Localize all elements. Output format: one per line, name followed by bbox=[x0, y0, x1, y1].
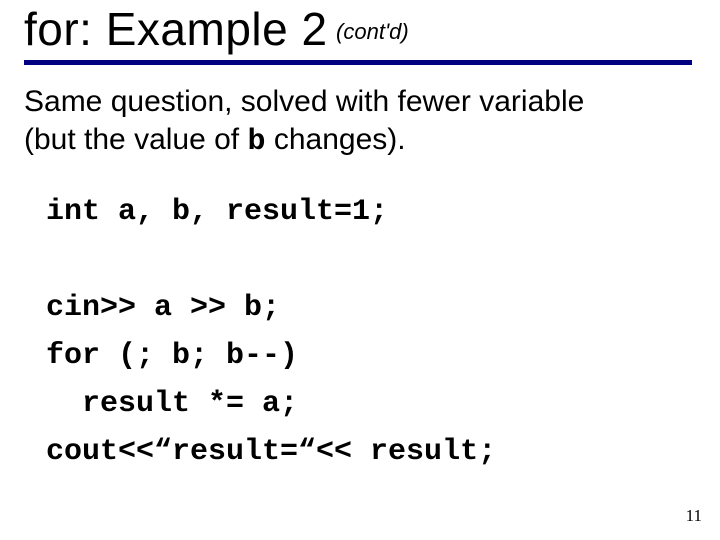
slide-title-suffix: (cont'd) bbox=[336, 19, 409, 44]
inline-code-b: b bbox=[247, 125, 265, 159]
code-line-4: for (; b; b--) bbox=[46, 339, 298, 373]
page-number: 11 bbox=[686, 506, 702, 526]
code-line-1: int a, b, result=1; bbox=[46, 195, 388, 229]
slide-title-row: for: Example 2 (cont'd) bbox=[24, 0, 696, 56]
slide-title: for: Example 2 bbox=[24, 3, 328, 55]
code-line-6: cout<<“result=“<< result; bbox=[46, 435, 496, 469]
title-underline bbox=[24, 60, 692, 65]
body-line-2-pre: (but the value of bbox=[24, 123, 247, 156]
body-line-1: Same question, solved with fewer variabl… bbox=[24, 85, 584, 118]
body-line-2-post: changes). bbox=[266, 123, 406, 156]
body-text: Same question, solved with fewer variabl… bbox=[24, 83, 696, 162]
code-line-5: result *= a; bbox=[46, 387, 298, 421]
code-line-3: cin>> a >> b; bbox=[46, 291, 280, 325]
slide: for: Example 2 (cont'd) Same question, s… bbox=[0, 0, 720, 540]
code-block: int a, b, result=1; cin>> a >> b; for (;… bbox=[46, 188, 696, 476]
